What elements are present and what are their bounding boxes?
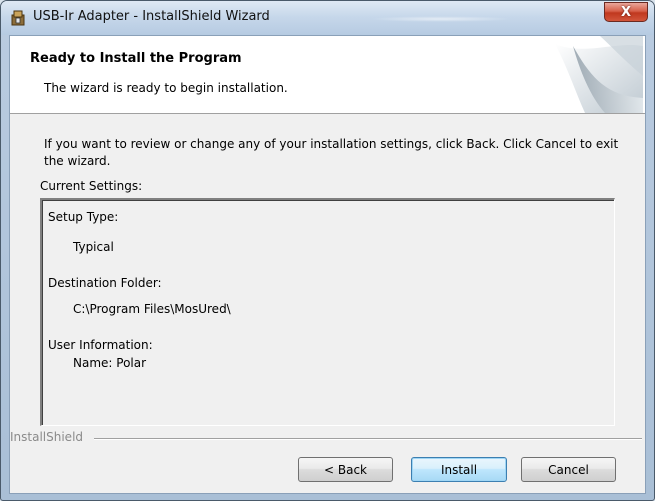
current-settings-box: Setup Type: Typical Destination Folder: … <box>40 198 615 426</box>
page-title: Ready to Install the Program <box>30 51 242 66</box>
back-button[interactable]: < Back <box>298 457 393 482</box>
wizard-client-area: Ready to Install the Program The wizard … <box>9 35 646 494</box>
destination-folder-value: C:\Program Files\MosUred\ <box>73 302 231 316</box>
setup-type-label: Setup Type: <box>48 210 119 224</box>
close-button[interactable]: X <box>604 2 648 22</box>
intro-text: If you want to review or change any of y… <box>44 137 619 168</box>
header-banner: Ready to Install the Program The wizard … <box>10 36 645 114</box>
user-name-value: Name: Polar <box>73 356 147 370</box>
destination-folder-label: Destination Folder: <box>48 276 162 290</box>
title-bar[interactable]: USB-Ir Adapter - InstallShield Wizard X <box>1 1 654 35</box>
install-button[interactable]: Install <box>411 457 507 482</box>
user-information-label: User Information: <box>48 338 153 352</box>
installer-window: USB-Ir Adapter - InstallShield Wizard X … <box>0 0 655 501</box>
cancel-button[interactable]: Cancel <box>521 457 616 482</box>
wizard-banner-graphic <box>555 36 643 113</box>
footer-separator <box>94 438 642 440</box>
current-settings-label: Current Settings: <box>40 179 143 193</box>
installshield-brand: InstallShield <box>10 430 84 444</box>
setup-type-value: Typical <box>73 240 114 254</box>
installer-app-icon <box>11 10 25 26</box>
page-subtitle: The wizard is ready to begin installatio… <box>44 81 288 95</box>
close-icon: X <box>620 4 632 20</box>
window-title: USB-Ir Adapter - InstallShield Wizard <box>33 9 270 24</box>
